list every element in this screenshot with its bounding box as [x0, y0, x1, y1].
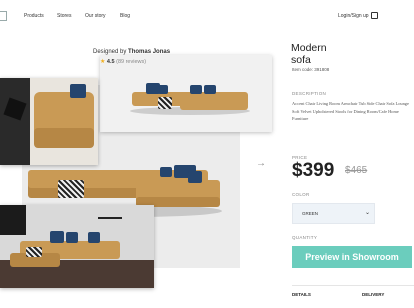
nav-our-story[interactable]: Our story	[85, 13, 106, 19]
thumbnail-top[interactable]	[100, 55, 272, 132]
nav-stores[interactable]: Stores	[57, 13, 71, 19]
thumbnail-left[interactable]	[0, 78, 98, 165]
star-icon: ★	[100, 59, 106, 65]
thumbnail-bottom[interactable]	[0, 205, 154, 288]
shelf-decor	[98, 217, 122, 219]
nav-products[interactable]: Products	[24, 13, 44, 19]
next-arrow-icon[interactable]: →	[256, 158, 266, 169]
color-select[interactable]: GREEN ⌄	[292, 203, 375, 224]
tab-details[interactable]: DETAILS	[292, 292, 311, 297]
chevron-down-icon: ⌄	[365, 210, 371, 216]
rating: ★ 4.5 (89 reviews)	[100, 59, 147, 65]
description-text: Accent Chair Living Room Armchair Tub Si…	[292, 101, 409, 121]
tab-delivery[interactable]: DELIVERY	[362, 292, 384, 297]
product-title: Modern sofa	[291, 42, 327, 66]
old-price: $465	[345, 165, 368, 176]
login-link[interactable]: Login/Sign up	[338, 13, 369, 19]
nav-blog[interactable]: Blog	[120, 13, 130, 19]
top-nav: Products Stores Our story Blog Login/Sig…	[0, 0, 414, 30]
quantity-label: QUANTITY	[292, 235, 318, 240]
logo-icon[interactable]	[0, 11, 7, 21]
divider	[292, 285, 414, 286]
item-code: Item code: 391808	[292, 67, 330, 72]
bag-icon[interactable]	[371, 12, 378, 19]
preview-showroom-button[interactable]: Preview in Showroom	[292, 246, 412, 268]
description-label: DESCRIPTION	[292, 91, 327, 96]
color-value: GREEN	[302, 211, 319, 216]
color-label: COLOR	[292, 192, 310, 197]
price: $399	[292, 160, 335, 181]
reviews-link[interactable]: (89 reviews)	[116, 59, 146, 65]
